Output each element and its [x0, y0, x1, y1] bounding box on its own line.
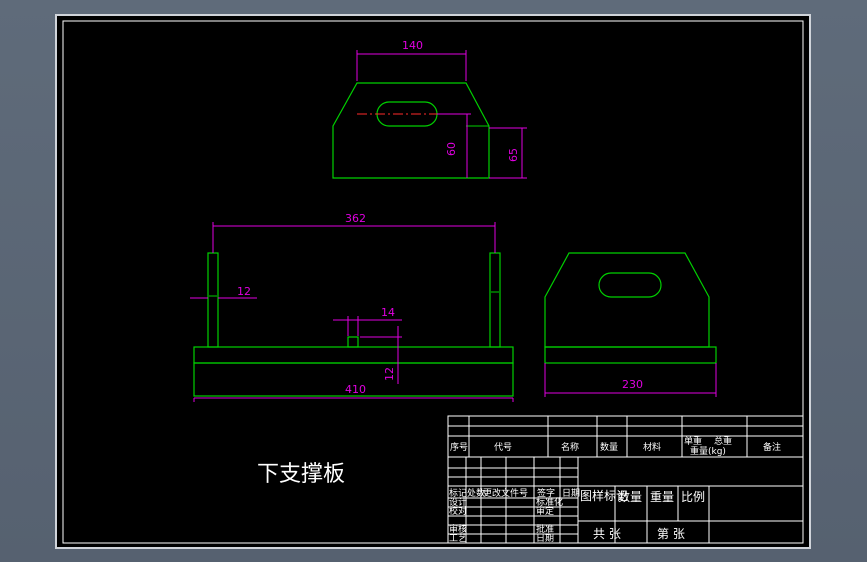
- front-view-right-post: [489, 252, 501, 348]
- tb-scale: 比例: [681, 490, 705, 504]
- title-block: [447, 415, 804, 544]
- tb-header-material: 材料: [643, 441, 661, 453]
- tb-header-total-weight: 总重: [714, 435, 732, 447]
- tb-header-code: 代号: [494, 442, 512, 453]
- top-view: 140 60 65: [332, 39, 527, 179]
- tb-role-check: 校对: [449, 505, 467, 517]
- tb-header-weight-kg: 重量(kg): [690, 445, 726, 457]
- inner-frame: [62, 20, 804, 544]
- front-view-notch: [347, 336, 359, 348]
- tb-header-unit-weight: 单重: [684, 435, 702, 447]
- front-view-left-post: [207, 252, 219, 348]
- side-view: 230: [544, 252, 717, 397]
- drawing-svg: 140 60 65 362 12 14 12 410 230 下支撑板 序号 代…: [62, 20, 804, 544]
- side-view-base: [544, 346, 717, 364]
- tb-rev-doc: 更改文件号: [483, 487, 528, 499]
- tb-header-remarks: 备注: [763, 441, 781, 453]
- cad-workspace: 140 60 65 362 12 14 12 410 230 下支撑板 序号 代…: [0, 0, 867, 562]
- dim-top-slot-height: 60: [445, 142, 458, 156]
- dim-front-length: 362: [345, 212, 366, 225]
- side-view-outline: [544, 252, 710, 348]
- tb-sheets-total: 共 张: [593, 527, 621, 541]
- drawing-sheet: 140 60 65 362 12 14 12 410 230 下支撑板 序号 代…: [55, 14, 811, 549]
- dim-side-width: 230: [622, 378, 643, 391]
- top-view-outline: [332, 82, 490, 179]
- tb-header-qty: 数量: [600, 441, 618, 453]
- tb-rev-date: 日期: [562, 488, 580, 499]
- title-block-header: 序号 代号 名称 数量 材料 单重 总重 重量(kg) 备注: [450, 435, 781, 457]
- tb-approve: 审定: [536, 505, 554, 517]
- part-title: 下支撑板: [257, 462, 345, 487]
- tb-header-no: 序号: [450, 441, 468, 453]
- tb-weight: 重量: [650, 490, 674, 504]
- dim-front-total-length: 410: [345, 383, 366, 396]
- tb-role-process: 工艺: [449, 533, 467, 544]
- dim-top-width: 140: [402, 39, 423, 52]
- tb-date: 日期: [536, 533, 554, 544]
- dim-front-base-height: 12: [383, 367, 396, 381]
- side-view-slot: [598, 272, 662, 298]
- dim-front-post: 12: [237, 285, 251, 298]
- tb-sheet-no: 第 张: [657, 527, 685, 541]
- dim-top-total-height: 65: [507, 148, 520, 162]
- dim-front-notch: 14: [381, 306, 395, 319]
- front-view-base-top: [193, 346, 514, 364]
- tb-header-name: 名称: [561, 441, 579, 453]
- title-block-info: 图样标记 数量 重量 比例 共 张 第 张: [580, 488, 705, 541]
- front-view: 362 12 14 12 410: [190, 212, 514, 402]
- tb-qty: 数量: [618, 489, 642, 504]
